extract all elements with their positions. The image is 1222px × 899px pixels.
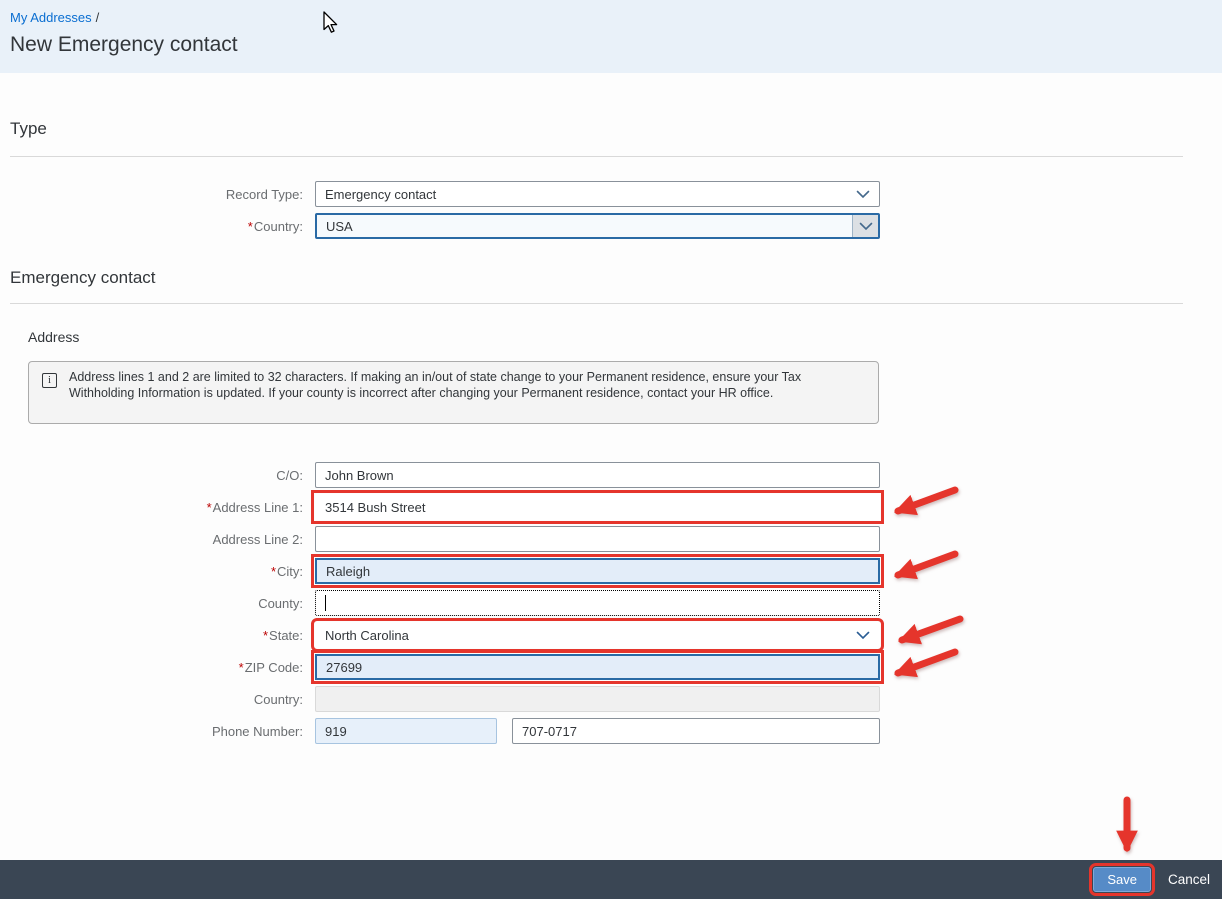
city-label: *City:: [0, 564, 303, 579]
phone-label: Phone Number:: [0, 724, 303, 739]
page-title: New Emergency contact: [10, 33, 238, 57]
page-header: My Addresses / New Emergency contact: [0, 0, 1222, 73]
address2-row: Address Line 2:: [0, 525, 900, 553]
state-row: *State: North Carolina: [0, 621, 900, 649]
phone-number-input[interactable]: [512, 718, 880, 744]
info-icon: i: [42, 373, 57, 388]
phone-row: Phone Number:: [0, 717, 900, 745]
zip-label: *ZIP Code:: [0, 660, 303, 675]
co-row: C/O:: [0, 461, 900, 489]
country2-row: Country:: [0, 685, 900, 713]
city-input[interactable]: [315, 558, 880, 584]
address-group-heading: Address: [28, 329, 79, 345]
text-cursor-caret: [325, 595, 326, 611]
city-row: *City:: [0, 557, 900, 585]
emergency-section-divider: [10, 303, 1183, 304]
cancel-button[interactable]: Cancel: [1168, 872, 1210, 887]
co-input[interactable]: [315, 462, 880, 488]
record-type-label: Record Type:: [0, 187, 303, 202]
annotation-overlay: [0, 0, 1222, 899]
arrow-annotation-city: [898, 554, 955, 575]
address-info-message: i Address lines 1 and 2 are limited to 3…: [28, 361, 879, 424]
required-asterisk: *: [263, 628, 268, 643]
phone-area-code-input[interactable]: [315, 718, 497, 744]
page: My Addresses / New Emergency contact Type…: [0, 0, 1222, 899]
address1-input[interactable]: [315, 494, 880, 520]
country-select[interactable]: USA: [315, 213, 880, 239]
info-message-text: Address lines 1 and 2 are limited to 32 …: [69, 369, 864, 401]
record-type-select[interactable]: Emergency contact: [315, 181, 880, 207]
state-label: *State:: [0, 628, 303, 643]
type-section-heading: Type: [10, 119, 47, 139]
record-type-row: Record Type: Emergency contact: [0, 180, 900, 208]
county-input[interactable]: [315, 590, 880, 616]
country2-label: Country:: [0, 692, 303, 707]
country-row: *Country: USA: [0, 212, 900, 240]
zip-input[interactable]: [315, 654, 880, 680]
address1-row: *Address Line 1:: [0, 493, 900, 521]
arrow-annotation-zip: [898, 652, 955, 673]
country-label: *Country:: [0, 219, 303, 234]
chevron-down-icon: [856, 187, 870, 202]
chevron-down-icon[interactable]: [852, 215, 878, 237]
required-asterisk: *: [271, 564, 276, 579]
chevron-down-icon: [856, 628, 870, 643]
required-asterisk: *: [207, 500, 212, 515]
county-label: County:: [0, 596, 303, 611]
arrow-annotation-state: [902, 619, 960, 640]
breadcrumb-link-my-addresses[interactable]: My Addresses: [10, 10, 92, 25]
address1-label: *Address Line 1:: [0, 500, 303, 515]
arrow-annotation-address1: [898, 490, 955, 511]
required-asterisk: *: [239, 660, 244, 675]
emergency-section-heading: Emergency contact: [10, 268, 156, 288]
address2-input[interactable]: [315, 526, 880, 552]
zip-row: *ZIP Code:: [0, 653, 900, 681]
co-label: C/O:: [0, 468, 303, 483]
breadcrumb-separator: /: [96, 10, 100, 25]
state-select[interactable]: North Carolina: [315, 622, 880, 648]
address2-label: Address Line 2:: [0, 532, 303, 547]
footer-toolbar: Save Cancel: [0, 860, 1222, 899]
country2-input-disabled: [315, 686, 880, 712]
county-row: County:: [0, 589, 900, 617]
breadcrumb: My Addresses /: [10, 10, 99, 25]
type-section-divider: [10, 156, 1183, 157]
save-button[interactable]: Save: [1093, 867, 1151, 892]
required-asterisk: *: [248, 219, 253, 234]
